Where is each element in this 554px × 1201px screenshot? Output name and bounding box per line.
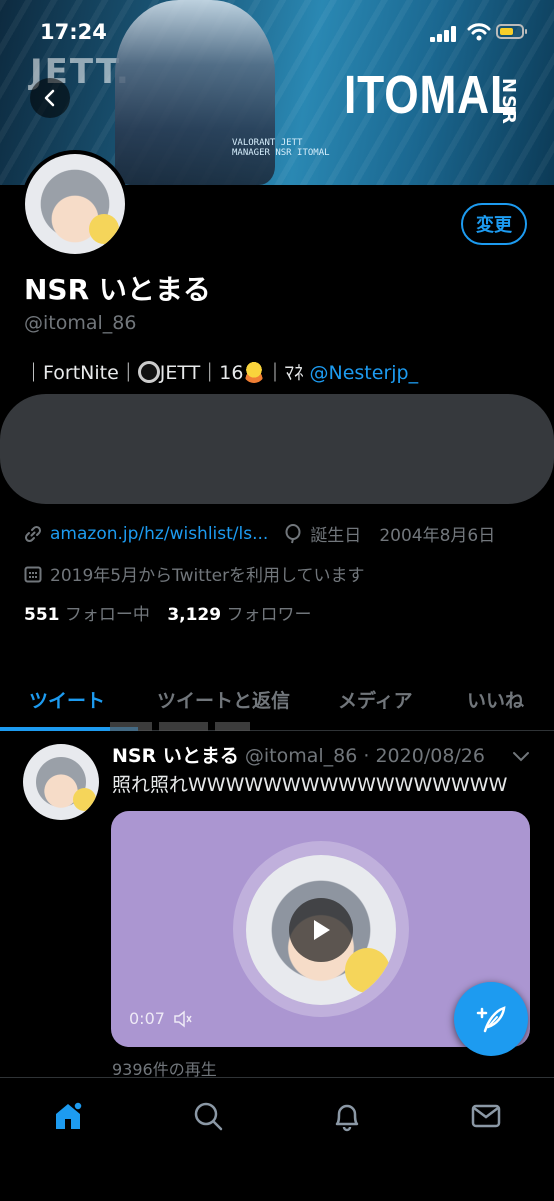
following-count: 551 — [24, 605, 60, 625]
following-label: フォロー中 — [64, 605, 150, 625]
bottom-navigation — [0, 1077, 554, 1201]
battery-icon — [496, 24, 527, 39]
birthday-label: 誕生日 — [310, 526, 362, 546]
home-icon — [56, 1101, 83, 1129]
tweet-header: NSR いとまる @itomal_86 · 2020/08/26 — [112, 741, 485, 768]
profile-website-link[interactable]: amazon.jp/hz/wishlist/ls... — [50, 524, 268, 544]
status-time: 17:24 — [40, 20, 107, 44]
display-name: NSR いとまる — [24, 273, 211, 306]
edit-profile-button[interactable]: 変更 — [461, 203, 527, 245]
profile-tabs: ツイート ツイートと返信 メディア いいね — [0, 672, 554, 731]
compose-feather-icon — [476, 1006, 506, 1033]
nav-search[interactable] — [188, 1096, 228, 1136]
nav-home[interactable] — [48, 1096, 88, 1136]
bio-suffix: ｜ﾏﾈ — [265, 362, 310, 384]
profile-bio: ｜FortNite｜ JETT｜16 ｜ﾏﾈ @Nesterjp_ — [24, 358, 418, 385]
volume-muted-icon[interactable] — [173, 1009, 193, 1028]
birthday-date: 2004年8月6日 — [379, 526, 496, 546]
tweet-meta: @itomal_86 · 2020/08/26 — [244, 745, 485, 767]
tab-tweets[interactable]: ツイート — [29, 686, 105, 713]
nav-messages[interactable] — [466, 1096, 506, 1136]
bio-mention-link[interactable]: @Nesterjp_ — [310, 362, 419, 384]
bio-prefix: ｜FortNite｜ — [24, 362, 138, 384]
following-link[interactable]: 551 フォロー中 — [24, 605, 150, 625]
profile-avatar[interactable] — [21, 150, 129, 258]
tab-media[interactable]: メディア — [338, 686, 413, 713]
hatching-chick-emoji-icon — [243, 361, 266, 383]
followers-label: フォロワー — [226, 605, 312, 625]
follow-stats: 551 フォロー中 3,129 フォロワー — [24, 600, 312, 625]
video-duration: 0:07 — [129, 1009, 165, 1028]
tab-tweets-and-replies[interactable]: ツイートと返信 — [157, 686, 290, 713]
tweet-author-name[interactable]: NSR いとまる — [112, 745, 239, 767]
joined-row: 2019年5月からTwitterを利用しています — [24, 561, 365, 586]
redacted-overlay — [0, 394, 554, 504]
tweet-avatar[interactable] — [23, 744, 99, 820]
play-button[interactable] — [289, 898, 353, 962]
ring-emoji-icon — [137, 361, 160, 383]
wifi-icon — [467, 22, 491, 42]
calendar-icon — [24, 566, 42, 582]
cropped-tweet-context — [110, 722, 250, 732]
back-button[interactable] — [30, 78, 70, 118]
tweet-text: 照れ照れWWWWWWWWWWWWWWWWW — [112, 774, 508, 796]
bell-icon — [335, 1104, 359, 1132]
compose-tweet-button[interactable] — [454, 982, 528, 1056]
joined-date: 2019年5月からTwitterを利用しています — [50, 566, 365, 586]
search-icon — [194, 1102, 223, 1131]
mail-icon — [471, 1104, 501, 1128]
profile-meta-row: amazon.jp/hz/wishlist/ls... 誕生日 2004年8月6… — [24, 521, 495, 546]
tab-likes[interactable]: いいね — [467, 686, 524, 713]
banner-subtext-line-2: MANAGER NSR ITOMAL — [232, 148, 330, 158]
avatar-image — [25, 154, 125, 254]
banner-tag: NSR — [498, 78, 519, 126]
play-icon — [314, 920, 330, 940]
nav-notifications[interactable] — [327, 1096, 367, 1136]
cellular-signal-icon — [430, 24, 460, 42]
status-bar: 17:24 — [0, 0, 554, 60]
followers-count: 3,129 — [167, 605, 222, 625]
banner-subtext: VALORANT JETT MANAGER NSR ITOMAL — [232, 138, 330, 158]
balloon-icon — [285, 523, 301, 543]
banner-subtext-line-1: VALORANT JETT — [232, 138, 303, 148]
link-icon — [24, 525, 42, 542]
user-handle: @itomal_86 — [24, 312, 137, 334]
chevron-left-icon — [44, 89, 55, 107]
video-duration-row: 0:07 — [129, 1009, 193, 1028]
chevron-down-icon[interactable] — [511, 748, 531, 764]
bio-middle: JETT｜16 — [159, 362, 244, 384]
followers-link[interactable]: 3,129 フォロワー — [167, 605, 311, 625]
banner-title: ITOMAL — [344, 65, 518, 125]
